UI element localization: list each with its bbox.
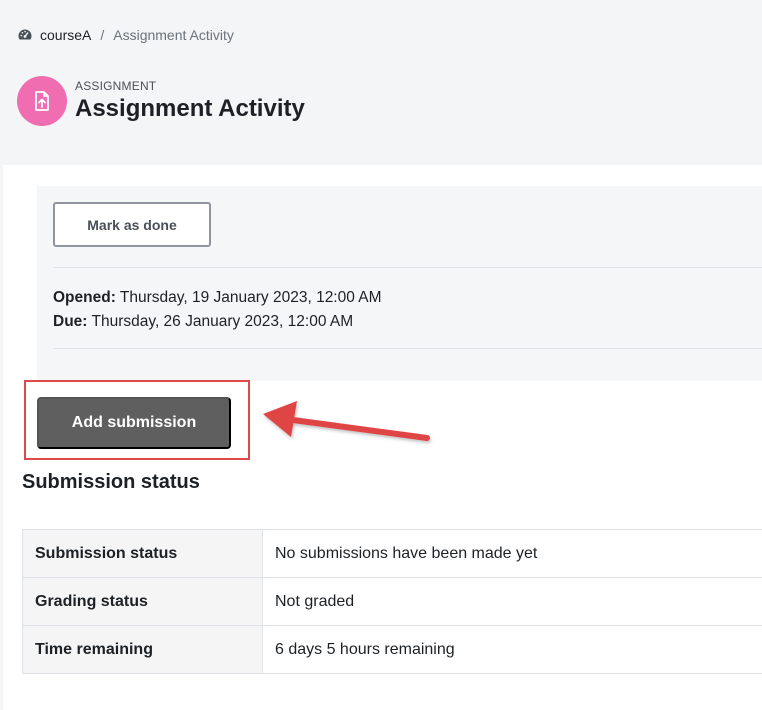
due-value: Thursday, 26 January 2023, 12:00 AM	[91, 313, 354, 330]
breadcrumb-course-link[interactable]: courseA	[40, 27, 91, 43]
row-value: Not graded	[262, 577, 762, 626]
main-content: Mark as done Opened: Thursday, 19 Januar…	[3, 165, 762, 710]
row-label: Submission status	[22, 529, 263, 578]
assignment-upload-icon	[17, 76, 67, 126]
add-submission-button[interactable]: Add submission	[37, 397, 231, 449]
submission-status-heading: Submission status	[22, 471, 200, 493]
breadcrumb: courseA / Assignment Activity	[17, 26, 234, 44]
dashboard-icon	[17, 27, 33, 43]
opened-label: Opened:	[53, 289, 116, 306]
activity-info-panel: Mark as done Opened: Thursday, 19 Januar…	[37, 186, 762, 381]
page-title: Assignment Activity	[75, 94, 305, 122]
page-header: ASSIGNMENT Assignment Activity	[17, 76, 305, 126]
breadcrumb-current: Assignment Activity	[113, 27, 234, 43]
annotation-arrow-icon	[263, 401, 430, 441]
divider	[53, 267, 762, 268]
submission-status-table: Submission status No submissions have be…	[22, 529, 762, 674]
activity-dates: Opened: Thursday, 19 January 2023, 12:00…	[53, 286, 382, 334]
row-value: No submissions have been made yet	[262, 529, 762, 578]
table-row: Submission status No submissions have be…	[22, 529, 762, 578]
row-label: Grading status	[22, 577, 263, 626]
due-label: Due:	[53, 313, 88, 330]
row-value: 6 days 5 hours remaining	[262, 625, 762, 674]
opened-value: Thursday, 19 January 2023, 12:00 AM	[119, 289, 382, 306]
mark-as-done-button[interactable]: Mark as done	[53, 202, 211, 247]
divider	[53, 348, 762, 349]
breadcrumb-separator: /	[100, 27, 105, 43]
row-label: Time remaining	[22, 625, 263, 674]
due-date: Due: Thursday, 26 January 2023, 12:00 AM	[53, 310, 382, 334]
table-row: Grading status Not graded	[22, 577, 762, 626]
activity-type-label: ASSIGNMENT	[75, 78, 157, 93]
opened-date: Opened: Thursday, 19 January 2023, 12:00…	[53, 286, 382, 310]
table-row: Time remaining 6 days 5 hours remaining	[22, 625, 762, 674]
header-text: ASSIGNMENT Assignment Activity	[75, 79, 305, 124]
